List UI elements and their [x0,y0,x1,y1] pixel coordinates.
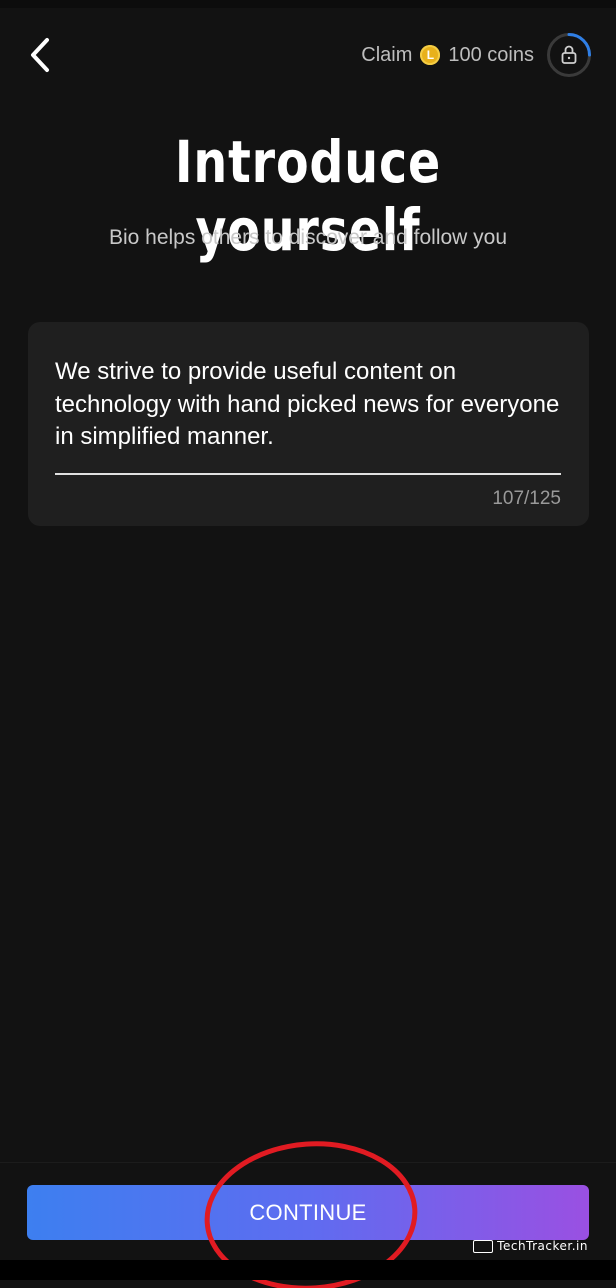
lock-progress-ring[interactable] [546,32,592,78]
claim-reward[interactable]: Claim L 100 coins [361,32,592,78]
watermark: TechTracker.in [473,1239,588,1253]
footer-divider [0,1162,616,1163]
bio-input[interactable]: We strive to provide useful content on t… [55,356,560,454]
bio-card: We strive to provide useful content on t… [28,322,589,526]
coin-icon: L [420,45,441,65]
lock-icon [561,45,577,64]
character-counter: 107/125 [492,488,561,509]
bio-input-underline [55,473,561,475]
watermark-logo-icon [473,1239,494,1253]
back-button[interactable] [20,34,60,76]
navigation-bar [0,1260,616,1280]
page-subtitle: Bio helps others to discover and follow … [108,226,508,249]
continue-button[interactable]: CONTINUE [27,1185,589,1240]
coins-amount: 100 coins [448,43,534,66]
watermark-text: TechTracker.in [497,1239,588,1253]
claim-label: Claim [361,43,413,66]
status-bar-strip [0,0,616,8]
chevron-left-icon [31,38,49,72]
